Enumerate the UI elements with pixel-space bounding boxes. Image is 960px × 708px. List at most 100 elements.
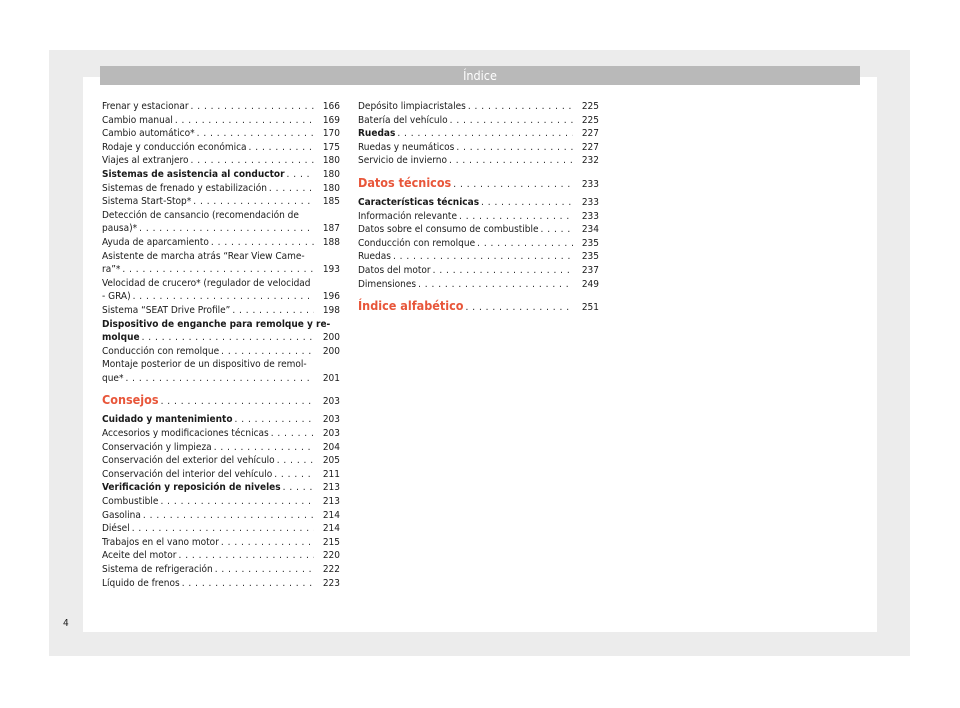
leader-dots (209, 236, 314, 250)
toc-entry-label: Datos del motor (358, 264, 431, 276)
toc-entry-label: Ruedas (358, 251, 391, 263)
leader-dots (395, 127, 573, 141)
toc-entry-label: Accesorios y modificaciones técnicas (102, 428, 269, 440)
leader-dots (272, 468, 314, 482)
toc-entry: Dimensiones 249 (358, 278, 599, 292)
toc-entry: Depósito limpiacristales 225 (358, 100, 599, 114)
toc-entry-label: Ruedas (358, 128, 396, 140)
leader-dots (189, 154, 314, 168)
toc-entry-label: Consejos (102, 392, 159, 408)
leader-dots (141, 509, 314, 523)
toc-entry: Sistemas de frenado y estabilización 180 (102, 182, 340, 196)
toc-section-heading: Consejos 203 (102, 391, 340, 410)
toc-entry: Conservación del interior del vehículo 21… (102, 468, 340, 482)
toc-entry: Sistemas de asistencia al conductor 180 (102, 168, 340, 182)
toc-entry-label: Combustible (102, 496, 159, 508)
leader-dots (285, 168, 314, 182)
toc-entry-page: 175 (322, 141, 340, 153)
leader-dots (189, 100, 314, 114)
toc-entry-label: Sistema “SEAT Drive Profile” (102, 304, 231, 316)
toc-entry-label: Ruedas y neumáticos (358, 141, 455, 153)
leader-dots (195, 127, 314, 141)
toc-entry-page: 227 (581, 128, 599, 140)
toc-entry-page: 234 (581, 224, 599, 236)
toc-entry-page: 169 (322, 114, 340, 126)
toc-entry-page: 180 (322, 182, 340, 194)
toc-entry-label-continued: pausa)* (102, 223, 138, 235)
toc-entry-page: 222 (322, 564, 340, 575)
toc-left-column: Frenar y estacionar166Cambio manual169Ca… (102, 100, 340, 590)
toc-entry-page: 214 (322, 523, 340, 535)
leader-dots (281, 481, 314, 495)
toc-section-heading: Índice alfabético 251 (358, 297, 599, 316)
toc-entry-page: 213 (322, 482, 340, 494)
toc-entry-label: Dispositivo de enganche para remolque y … (102, 318, 331, 330)
toc-entry-page: 180 (322, 155, 340, 167)
toc-entry-label: Asistente de marcha atrás “Rear View Cam… (102, 250, 305, 262)
toc-entry-label: Rodaje y conducción económica (102, 141, 247, 153)
toc-entry: Ayuda de aparcamiento 188 (102, 236, 340, 250)
toc-entry-label-continued: que* (102, 372, 124, 384)
toc-entry-page: 233 (581, 196, 599, 208)
toc-entry-page: 233 (581, 210, 599, 222)
toc-entry-page: 204 (322, 441, 340, 453)
toc-entry: Viajes al extranjero 180 (102, 154, 340, 168)
toc-entry: Datos sobre el consumo de combustible 234 (358, 223, 599, 237)
page-number: 4 (63, 618, 69, 629)
toc-entry-page: 203 (322, 428, 340, 440)
toc-entry-label-continued: - GRA) (102, 291, 131, 303)
toc-entry-label: Servicio de invierno (358, 155, 447, 167)
leader-dots (416, 278, 573, 292)
leader-dots (233, 413, 314, 427)
toc-entry-label: Aceite del motor (102, 550, 177, 562)
toc-entry-label: Diésel (102, 523, 130, 535)
toc-entry-page: 227 (581, 141, 599, 153)
toc-entry: Aceite del motor 220 (102, 549, 340, 563)
toc-entry-label: Sistemas de frenado y estabilización (102, 182, 267, 194)
leader-dots (247, 141, 314, 155)
toc-entry: Diésel 214 (102, 522, 340, 536)
toc-entry: Accesorios y modificaciones técnicas 203 (102, 427, 340, 441)
leader-dots (120, 263, 314, 277)
toc-entry-page: 225 (581, 101, 599, 112)
toc-section-heading: Datos técnicos 233 (358, 174, 599, 193)
toc-entry-page: 213 (322, 496, 340, 508)
toc-entry-page: 233 (581, 178, 599, 190)
toc-entry-page: 223 (322, 577, 340, 589)
toc-entry: Cuidado y mantenimiento 203 (102, 413, 340, 427)
toc-entry: Ruedas 235 (358, 250, 599, 264)
toc-entry-label: Cambio manual (102, 114, 173, 126)
toc-entry-page: 170 (322, 128, 340, 140)
toc-entry-label: Verificación y reposición de niveles (102, 482, 281, 494)
toc-entry-label: Características técnicas (358, 196, 480, 208)
leader-dots (275, 454, 314, 468)
toc-entry-page: 225 (581, 114, 599, 126)
leader-dots (191, 195, 314, 209)
toc-entry: Sistema de refrigeración 222 (102, 563, 340, 577)
leader-dots (466, 100, 573, 114)
toc-entry: Detección de cansancio (recomendación de… (102, 209, 340, 236)
toc-entry-label: Depósito limpiacristales (358, 101, 466, 112)
toc-entry-label: Conducción con remolque (102, 345, 220, 357)
toc-entry-page: 196 (322, 291, 340, 303)
toc-entry-label: Datos sobre el consumo de combustible (358, 224, 539, 236)
toc-entry-page: 180 (322, 168, 340, 180)
toc-entry-label: Sistema de refrigeración (102, 564, 213, 575)
leader-dots (131, 290, 314, 304)
toc-entry-label: Frenar y estacionar (102, 101, 189, 112)
leader-dots (230, 304, 314, 318)
toc-entry-page: 232 (581, 155, 599, 167)
toc-entry-page: 205 (322, 455, 340, 467)
toc-entry: Frenar y estacionar 166 (102, 100, 340, 114)
leader-dots (454, 141, 573, 155)
leader-dots (158, 495, 314, 509)
toc-entry-page: 203 (322, 396, 340, 408)
toc-entry-label: Dimensiones (358, 278, 417, 290)
toc-entry-label: Información relevante (358, 210, 457, 222)
toc-entry-page: 235 (581, 237, 599, 249)
toc-entry-label: Velocidad de crucero* (regulador de velo… (102, 277, 311, 289)
toc-entry-page: 211 (322, 468, 340, 480)
toc-entry: Rodaje y conducción económica 175 (102, 141, 340, 155)
toc-entry-label: Batería del vehículo (358, 114, 448, 126)
toc-entry-page: 166 (322, 101, 340, 112)
